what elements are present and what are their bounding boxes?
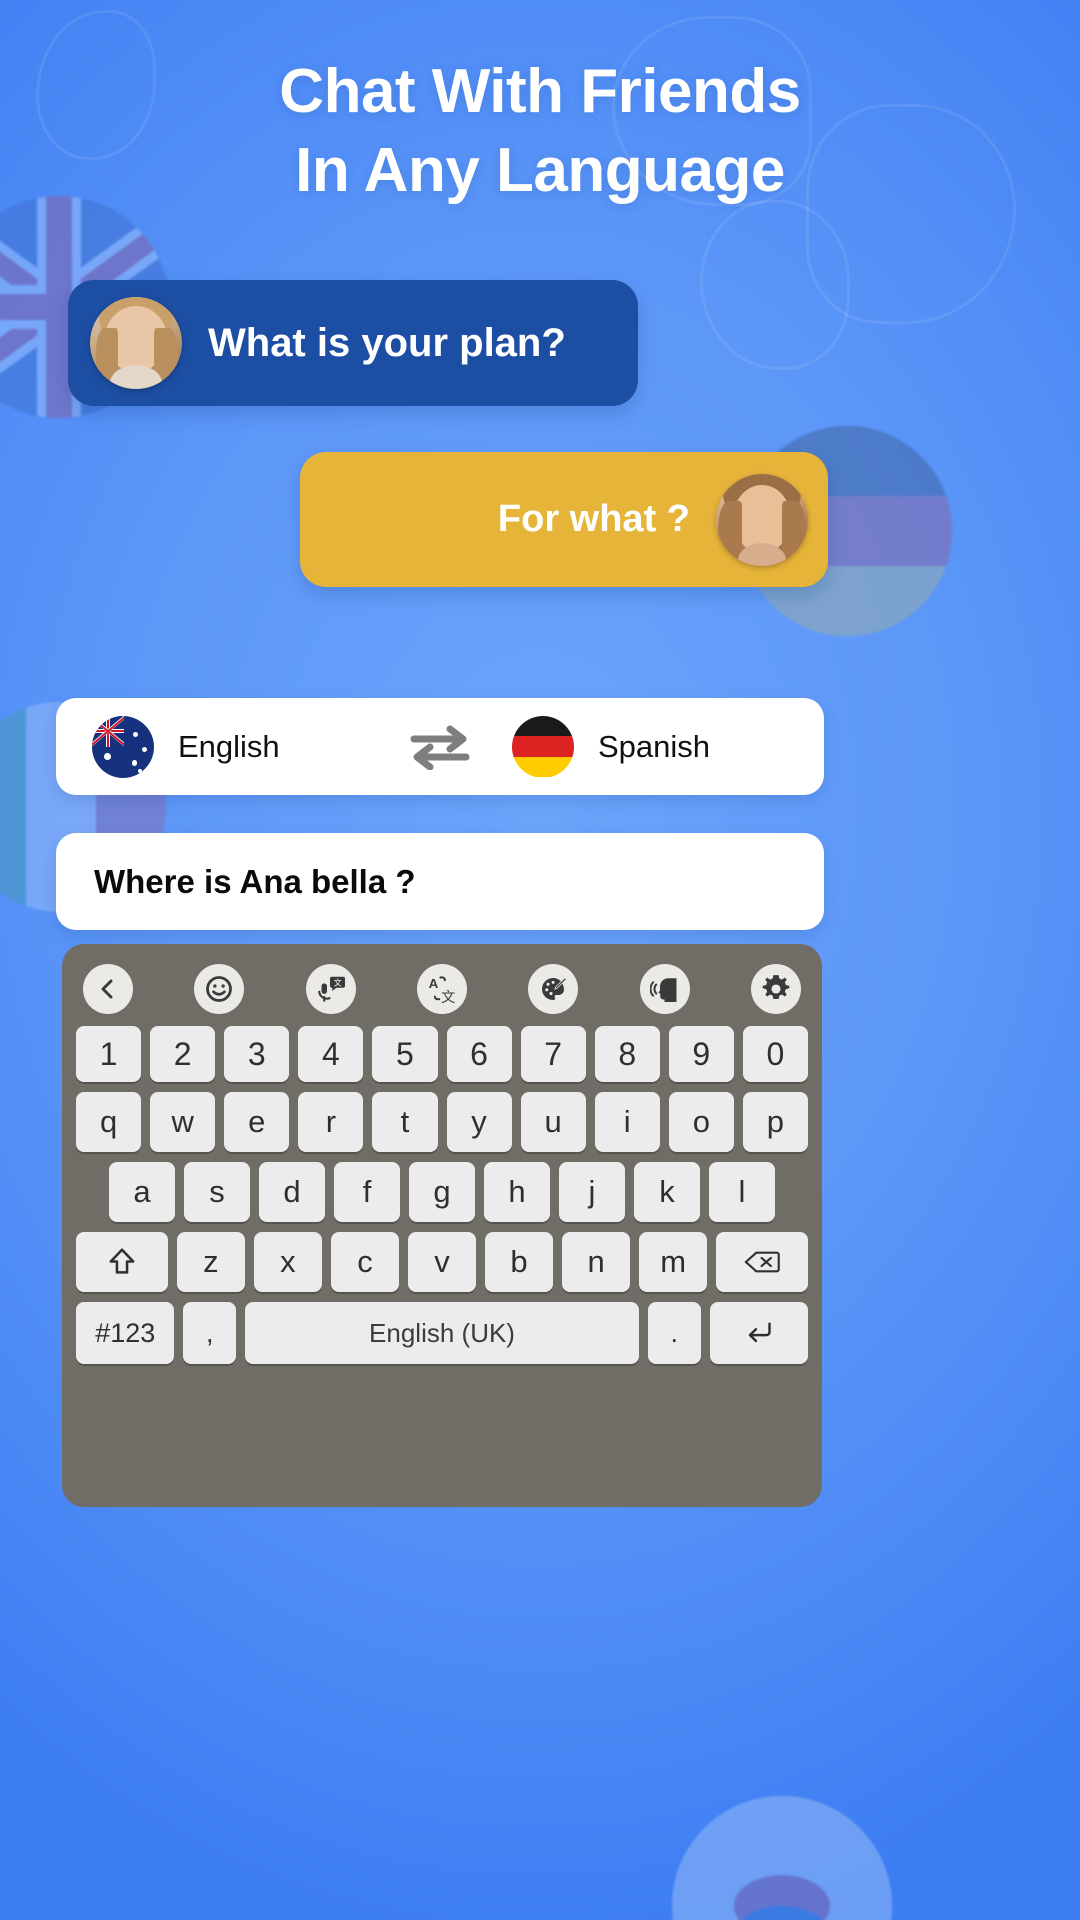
key-k[interactable]: k bbox=[634, 1162, 700, 1222]
page-title: Chat With Friends In Any Language bbox=[0, 52, 1080, 211]
key-5[interactable]: 5 bbox=[372, 1026, 438, 1082]
space-key[interactable]: English (UK) bbox=[245, 1302, 639, 1364]
voice-translate-icon: 文 bbox=[317, 976, 345, 1002]
chat-message-text: What is your plan? bbox=[208, 320, 566, 365]
chat-message-text: For what ? bbox=[497, 498, 690, 540]
key-z[interactable]: z bbox=[176, 1232, 245, 1292]
comma-key[interactable]: , bbox=[183, 1302, 237, 1364]
key-x[interactable]: x bbox=[253, 1232, 322, 1292]
source-language-label: English bbox=[178, 728, 280, 764]
key-8[interactable]: 8 bbox=[594, 1026, 660, 1082]
swap-arrows-icon bbox=[410, 725, 470, 770]
keyboard-row-bottom: z x c v b n m bbox=[75, 1232, 809, 1292]
key-i[interactable]: i bbox=[594, 1092, 660, 1152]
text-to-speech-icon bbox=[649, 978, 677, 1002]
key-e[interactable]: e bbox=[224, 1092, 290, 1152]
theme-button[interactable] bbox=[528, 964, 579, 1014]
keyboard-row-home: a s d f g h j k l bbox=[76, 1162, 808, 1222]
key-t[interactable]: t bbox=[372, 1092, 438, 1152]
key-b[interactable]: b bbox=[485, 1232, 554, 1292]
avatar bbox=[716, 473, 808, 566]
chat-bubble-outgoing: For what ? bbox=[300, 452, 828, 587]
key-y[interactable]: y bbox=[446, 1092, 512, 1152]
text-to-speech-button[interactable] bbox=[639, 964, 690, 1014]
swap-languages-button[interactable] bbox=[386, 724, 494, 770]
symbols-key[interactable]: #123 bbox=[76, 1302, 175, 1364]
text-translate-icon: A 文 bbox=[429, 976, 456, 1005]
key-1[interactable]: 1 bbox=[76, 1026, 142, 1082]
target-language-selector[interactable]: Spanish bbox=[494, 715, 824, 778]
key-r[interactable]: r bbox=[298, 1092, 364, 1152]
on-screen-keyboard: 文 A 文 1 2 3 4 5 6 7 8 9 0 q w e r t y u … bbox=[62, 944, 822, 1507]
key-j[interactable]: j bbox=[559, 1162, 625, 1222]
translate-button[interactable]: A 文 bbox=[416, 964, 467, 1014]
message-input-value: Where is Ana bella ? bbox=[94, 862, 416, 900]
emoji-button[interactable] bbox=[194, 964, 245, 1014]
keyboard-key-rows: 1 2 3 4 5 6 7 8 9 0 q w e r t y u i o p … bbox=[73, 1018, 811, 1364]
theme-palette-icon bbox=[542, 977, 568, 1000]
voice-translate-button[interactable]: 文 bbox=[305, 964, 356, 1014]
key-l[interactable]: l bbox=[709, 1162, 775, 1222]
key-9[interactable]: 9 bbox=[668, 1026, 734, 1082]
backspace-icon bbox=[744, 1251, 780, 1273]
key-0[interactable]: 0 bbox=[742, 1026, 808, 1082]
key-v[interactable]: v bbox=[407, 1232, 477, 1292]
australia-flag-icon bbox=[92, 715, 154, 778]
back-chevron-icon bbox=[101, 979, 113, 999]
enter-key[interactable] bbox=[709, 1302, 808, 1364]
keyboard-row-space: #123 , English (UK) . bbox=[76, 1302, 808, 1364]
germany-flag-icon bbox=[512, 715, 574, 778]
key-f[interactable]: f bbox=[334, 1162, 400, 1222]
keyboard-row-numbers: 1 2 3 4 5 6 7 8 9 0 bbox=[76, 1026, 808, 1082]
settings-button[interactable] bbox=[750, 964, 801, 1014]
key-c[interactable]: c bbox=[330, 1232, 399, 1292]
language-selector-bar[interactable]: English Spanish bbox=[56, 698, 824, 795]
key-3[interactable]: 3 bbox=[224, 1026, 290, 1082]
key-d[interactable]: d bbox=[259, 1162, 325, 1222]
key-o[interactable]: o bbox=[668, 1092, 734, 1152]
avatar bbox=[90, 297, 182, 389]
svg-text:A: A bbox=[429, 976, 439, 991]
target-language-label: Spanish bbox=[598, 728, 711, 764]
app-screen: Chat With Friends In Any Language What i… bbox=[0, 0, 1080, 1920]
key-4[interactable]: 4 bbox=[298, 1026, 364, 1082]
page-title-line-1: Chat With Friends bbox=[279, 57, 801, 126]
keyboard-row-top: q w e r t y u i o p bbox=[76, 1092, 808, 1152]
svg-text:文: 文 bbox=[441, 990, 455, 1005]
key-p[interactable]: p bbox=[742, 1092, 808, 1152]
key-m[interactable]: m bbox=[639, 1232, 708, 1292]
source-language-selector[interactable]: English bbox=[56, 715, 386, 778]
backspace-key[interactable] bbox=[716, 1232, 809, 1292]
key-w[interactable]: w bbox=[150, 1092, 216, 1152]
key-a[interactable]: a bbox=[109, 1162, 175, 1222]
key-7[interactable]: 7 bbox=[520, 1026, 586, 1082]
key-6[interactable]: 6 bbox=[446, 1026, 512, 1082]
back-chevron-button[interactable] bbox=[83, 964, 133, 1014]
emoji-smiley-icon bbox=[206, 976, 233, 1002]
message-input-field[interactable]: Where is Ana bella ? bbox=[56, 833, 824, 930]
shift-key[interactable] bbox=[75, 1232, 168, 1292]
settings-gear-icon bbox=[762, 975, 790, 999]
period-key[interactable]: . bbox=[647, 1302, 701, 1364]
key-s[interactable]: s bbox=[184, 1162, 250, 1222]
key-2[interactable]: 2 bbox=[150, 1026, 216, 1082]
keyboard-toolbar: 文 A 文 bbox=[73, 956, 811, 1018]
background-swirl-4 bbox=[700, 200, 850, 370]
shift-arrow-icon bbox=[109, 1248, 135, 1274]
korea-flag-decoration bbox=[672, 1796, 892, 1920]
key-u[interactable]: u bbox=[520, 1092, 586, 1152]
key-g[interactable]: g bbox=[409, 1162, 475, 1222]
svg-text:文: 文 bbox=[333, 977, 341, 987]
chat-bubble-incoming: What is your plan? bbox=[68, 280, 638, 406]
key-q[interactable]: q bbox=[76, 1092, 142, 1152]
enter-return-icon bbox=[748, 1322, 771, 1343]
key-h[interactable]: h bbox=[484, 1162, 550, 1222]
page-title-line-2: In Any Language bbox=[295, 136, 785, 206]
key-n[interactable]: n bbox=[562, 1232, 631, 1292]
